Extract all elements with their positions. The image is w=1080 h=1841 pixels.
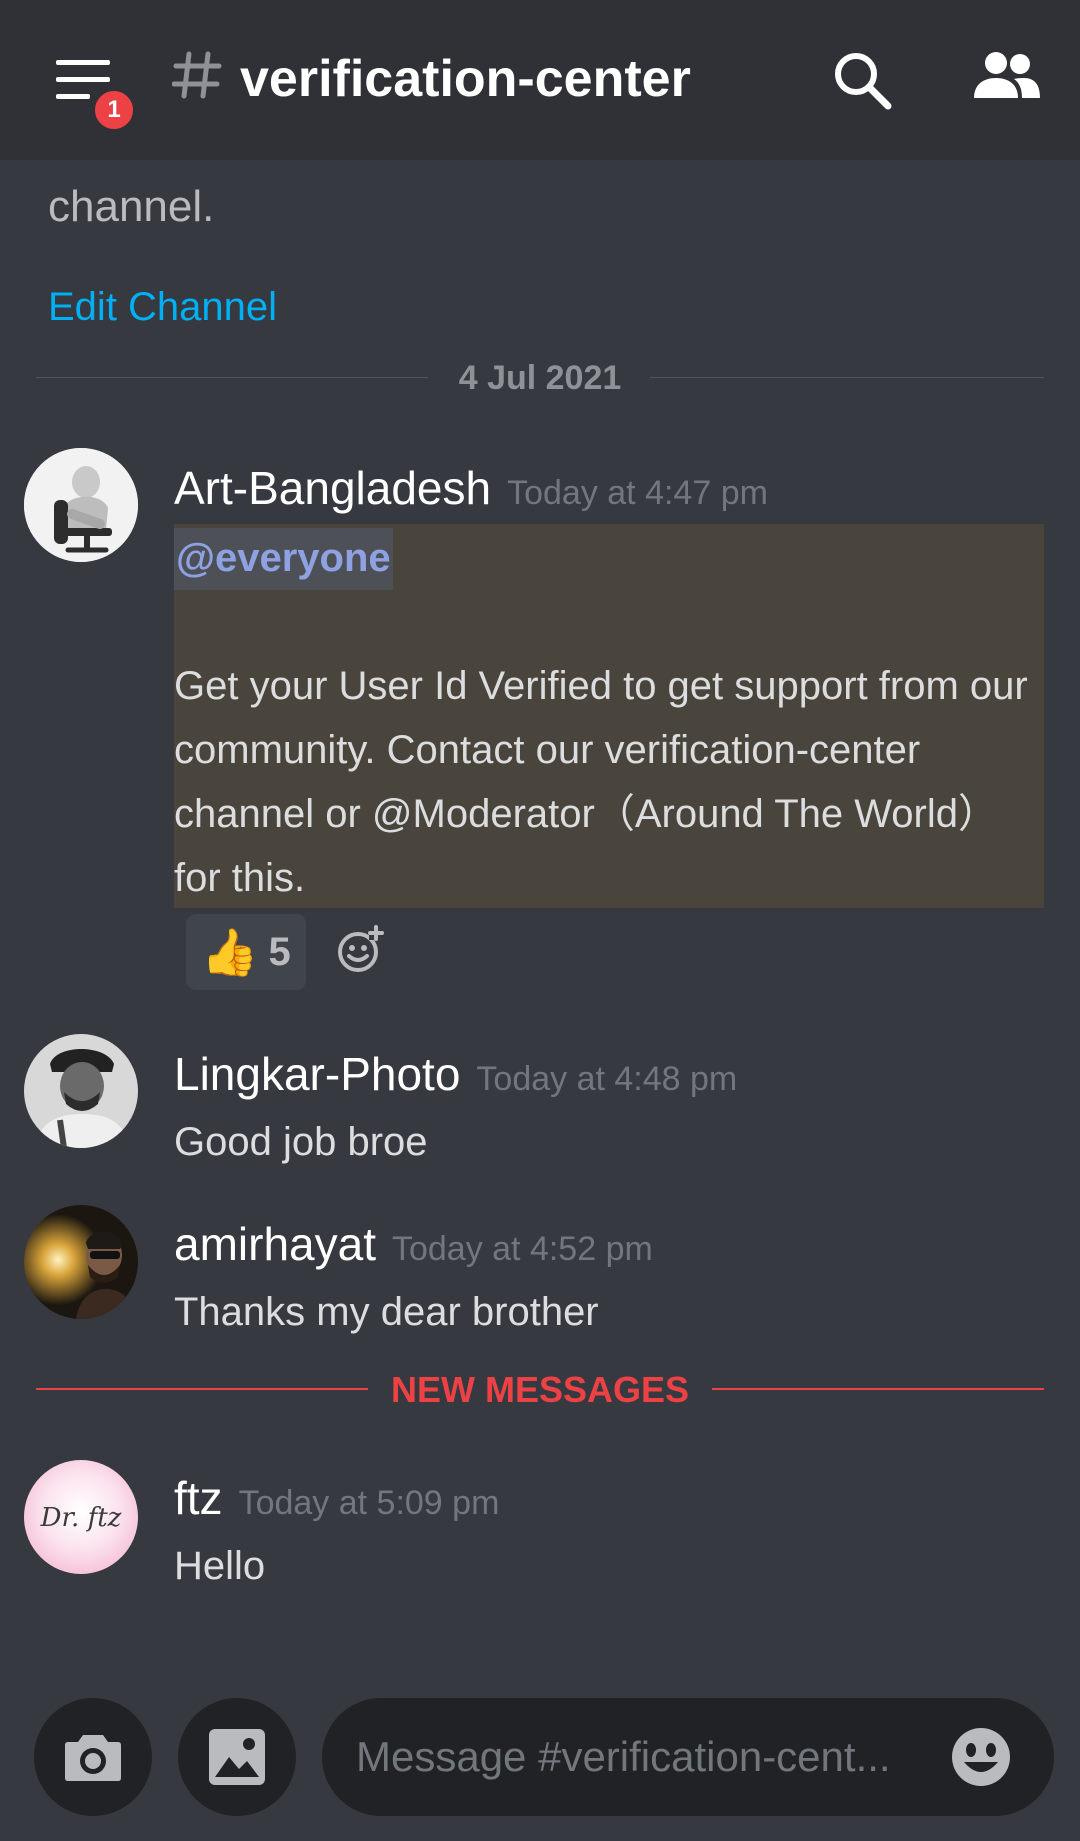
- message-body: Thanks my dear brother: [174, 1290, 599, 1334]
- thumbs-up-icon: 👍: [201, 925, 259, 978]
- message-body: Good job broe: [174, 1120, 428, 1164]
- username[interactable]: ftz: [174, 1472, 223, 1524]
- channel-title: verification-center: [240, 50, 691, 108]
- gallery-button[interactable]: [178, 1698, 296, 1816]
- avatar-photo-icon: [24, 1034, 138, 1148]
- new-messages-line-right: [712, 1388, 1044, 1390]
- edit-channel-link[interactable]: Edit Channel: [48, 282, 277, 332]
- avatar-logo: Dr. ftz: [40, 1503, 122, 1533]
- notification-badge: 1: [90, 86, 138, 134]
- timestamp: Today at 5:09 pm: [238, 1484, 500, 1522]
- username[interactable]: Art-Bangladesh: [174, 462, 491, 514]
- message-input[interactable]: [356, 1698, 956, 1816]
- search-icon[interactable]: [830, 48, 894, 112]
- message-header: ftz Today at 5:09 pm: [174, 1470, 499, 1526]
- username[interactable]: Lingkar-Photo: [174, 1048, 460, 1100]
- add-reaction-icon[interactable]: [336, 924, 386, 974]
- message-header: Lingkar-Photo Today at 4:48 pm: [174, 1046, 737, 1102]
- channel-description: channel.: [48, 182, 215, 231]
- timestamp: Today at 4:52 pm: [391, 1230, 653, 1268]
- avatar-amirhayat[interactable]: [24, 1205, 138, 1319]
- message-body: Get your User Id Verified to get support…: [174, 664, 1028, 900]
- channel-header: 1 verification-center: [0, 0, 1080, 160]
- avatar-photo-icon: [24, 1205, 138, 1319]
- date-divider-line-right: [650, 377, 1044, 378]
- menu-button[interactable]: 1: [52, 52, 138, 134]
- new-messages-divider: NEW MESSAGES: [390, 1369, 690, 1410]
- date-divider: 4 Jul 2021: [458, 359, 622, 397]
- timestamp: Today at 4:48 pm: [476, 1060, 738, 1098]
- camera-icon: [65, 1735, 121, 1781]
- avatar-art-bangladesh[interactable]: [24, 448, 138, 562]
- avatar-ftz[interactable]: Dr. ftz: [24, 1460, 138, 1574]
- avatar-figure-icon: [24, 448, 138, 562]
- message-body: Hello: [174, 1544, 266, 1588]
- svg-text:Dr. ftz: Dr. ftz: [40, 1503, 122, 1533]
- camera-button[interactable]: [34, 1698, 152, 1816]
- mention-everyone[interactable]: @everyone: [174, 528, 393, 590]
- channel-hash-icon: [172, 51, 222, 99]
- username[interactable]: amirhayat: [174, 1218, 376, 1270]
- message-composer[interactable]: [322, 1698, 1054, 1816]
- avatar-lingkar-photo[interactable]: [24, 1034, 138, 1148]
- reaction-thumbs-up[interactable]: 👍 5: [186, 914, 306, 990]
- emoji-icon[interactable]: [950, 1726, 1012, 1788]
- image-icon: [209, 1729, 265, 1785]
- timestamp: Today at 4:47 pm: [507, 474, 768, 512]
- reaction-count: 5: [268, 929, 291, 974]
- members-icon[interactable]: [970, 50, 1042, 102]
- message-header: Art-Bangladesh Today at 4:47 pm: [174, 460, 768, 516]
- message-header: amirhayat Today at 4:52 pm: [174, 1216, 653, 1272]
